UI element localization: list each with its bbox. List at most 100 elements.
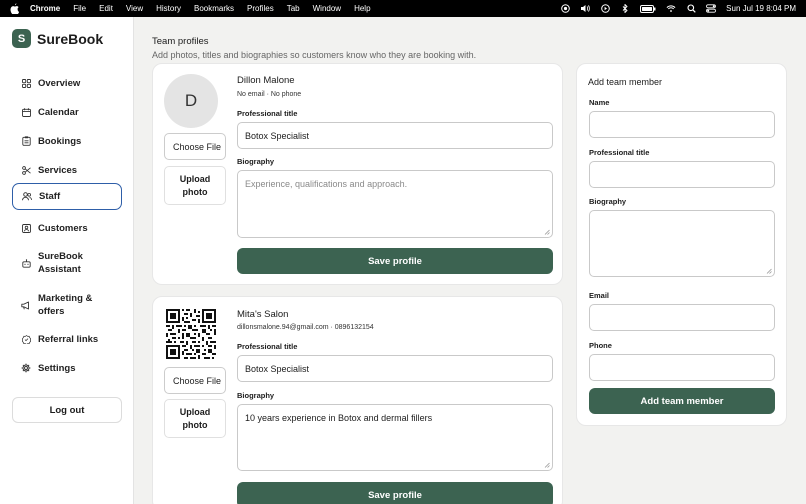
biography-textarea[interactable]	[589, 210, 775, 277]
qr-code-photo	[166, 309, 216, 359]
email-input[interactable]	[589, 304, 775, 331]
biography-label: Biography	[237, 157, 275, 166]
professional-title-input[interactable]	[589, 161, 775, 188]
menu-profiles[interactable]: Profiles	[247, 4, 274, 13]
brand-logo: S	[12, 29, 31, 48]
add-member-title: Add team member	[588, 77, 663, 87]
robot-icon	[21, 258, 31, 268]
professional-title-label: Professional title	[237, 342, 298, 351]
scissors-icon	[21, 165, 31, 175]
name-input[interactable]	[589, 111, 775, 138]
biography-textarea[interactable]: 10 years experience in Botox and dermal …	[237, 404, 553, 471]
sidebar: S SureBook Overview Calendar Bookings Se…	[0, 17, 134, 504]
menu-tab[interactable]: Tab	[287, 4, 300, 13]
resize-grip-icon[interactable]	[544, 229, 550, 235]
sidebar-item-services[interactable]: Services	[12, 157, 122, 183]
biography-placeholder: Experience, qualifications and approach.	[245, 179, 408, 189]
users-icon	[22, 192, 32, 202]
phone-label: Phone	[589, 341, 612, 350]
sidebar-item-label: Services	[38, 164, 78, 176]
menu-window[interactable]: Window	[313, 4, 341, 13]
battery-icon[interactable]	[640, 4, 656, 13]
sidebar-item-assistant[interactable]: SureBook Assistant	[12, 248, 122, 278]
wifi-icon[interactable]	[666, 4, 676, 13]
menu-help[interactable]: Help	[354, 4, 370, 13]
menu-clock[interactable]: Sun Jul 19 8:04 PM	[726, 4, 796, 13]
id-card-icon	[21, 223, 31, 233]
calendar-icon	[21, 107, 31, 117]
control-center-icon[interactable]	[706, 4, 717, 13]
sidebar-item-label: Referral links	[38, 333, 99, 345]
professional-title-label: Professional title	[237, 109, 298, 118]
apple-icon[interactable]	[10, 3, 22, 14]
menu-app-name[interactable]: Chrome	[30, 4, 60, 13]
menu-history[interactable]: History	[156, 4, 181, 13]
megaphone-icon	[21, 300, 31, 310]
sidebar-item-marketing[interactable]: Marketing & offers	[12, 290, 122, 320]
choose-file-button[interactable]: Choose File	[164, 133, 226, 160]
play-icon[interactable]	[600, 4, 610, 13]
biography-label: Biography	[589, 197, 627, 206]
bluetooth-icon[interactable]	[620, 4, 630, 13]
upload-photo-label: Upload photo	[179, 173, 211, 197]
upload-photo-button[interactable]: Upload photo	[164, 166, 226, 205]
sidebar-item-settings[interactable]: Settings	[12, 355, 122, 381]
focus-icon[interactable]	[560, 4, 570, 13]
grid-icon	[21, 78, 31, 88]
sidebar-item-customers[interactable]: Customers	[12, 215, 122, 241]
biography-label: Biography	[237, 391, 275, 400]
sidebar-item-label: Calendar	[38, 106, 79, 118]
sidebar-item-label: Overview	[38, 77, 81, 89]
member-card: D Choose File Upload photo Dillon Malone…	[152, 63, 563, 285]
clipboard-icon	[21, 136, 31, 146]
sidebar-item-label: Marketing & offers	[38, 293, 93, 317]
member-name: Dillon Malone	[237, 75, 295, 86]
sidebar-item-label: Bookings	[38, 135, 82, 147]
page-title: Team profiles	[152, 36, 209, 47]
save-profile-button[interactable]: Save profile	[237, 248, 553, 274]
brand-name: SureBook	[37, 30, 104, 47]
sidebar-item-bookings[interactable]: Bookings	[12, 128, 122, 154]
biography-text: 10 years experience in Botox and dermal …	[245, 413, 433, 423]
member-contact: No email · No phone	[237, 91, 302, 98]
logout-button[interactable]: Log out	[12, 397, 122, 423]
page-subtitle: Add photos, titles and biographies so cu…	[152, 50, 477, 60]
name-label: Name	[589, 98, 610, 107]
choose-file-button[interactable]: Choose File	[164, 367, 226, 394]
brand[interactable]: S SureBook	[12, 29, 103, 48]
phone-input[interactable]	[589, 354, 775, 381]
resize-grip-icon[interactable]	[544, 462, 550, 468]
menu-file[interactable]: File	[73, 4, 86, 13]
sidebar-item-referral-links[interactable]: Referral links	[12, 326, 122, 352]
spotlight-search-icon[interactable]	[686, 4, 696, 13]
add-member-card: Add team member Name Professional title …	[576, 63, 787, 426]
add-team-member-button[interactable]: Add team member	[589, 388, 775, 414]
resize-grip-icon[interactable]	[766, 268, 772, 274]
sidebar-item-label: Staff	[39, 191, 61, 202]
biography-textarea[interactable]: Experience, qualifications and approach.	[237, 170, 553, 238]
badge-icon	[21, 334, 31, 344]
upload-photo-button[interactable]: Upload photo	[164, 399, 226, 438]
menu-view[interactable]: View	[126, 4, 143, 13]
avatar: D	[164, 74, 218, 128]
professional-title-label: Professional title	[589, 148, 650, 157]
member-card: Choose File Upload photo Mita's Salon di…	[152, 296, 563, 504]
volume-icon[interactable]	[580, 4, 590, 13]
member-contact: dillonsmalone.94@gmail.com · 0896132154	[237, 324, 374, 331]
sidebar-item-label: Settings	[38, 362, 76, 374]
member-name: Mita's Salon	[237, 309, 289, 320]
gear-icon	[21, 363, 31, 373]
save-profile-button[interactable]: Save profile	[237, 482, 553, 504]
menu-bar: Chrome File Edit View History Bookmarks …	[0, 0, 806, 17]
sidebar-item-label: Customers	[38, 222, 88, 234]
sidebar-item-label: SureBook Assistant	[38, 251, 83, 275]
sidebar-item-calendar[interactable]: Calendar	[12, 99, 122, 125]
upload-photo-label: Upload photo	[179, 406, 211, 430]
professional-title-input[interactable]: Botox Specialist	[237, 122, 553, 149]
sidebar-item-overview[interactable]: Overview	[12, 70, 122, 96]
menu-bookmarks[interactable]: Bookmarks	[194, 4, 234, 13]
email-label: Email	[589, 291, 610, 300]
professional-title-input[interactable]: Botox Specialist	[237, 355, 553, 382]
menu-edit[interactable]: Edit	[99, 4, 113, 13]
sidebar-item-staff[interactable]: Staff	[12, 183, 122, 210]
